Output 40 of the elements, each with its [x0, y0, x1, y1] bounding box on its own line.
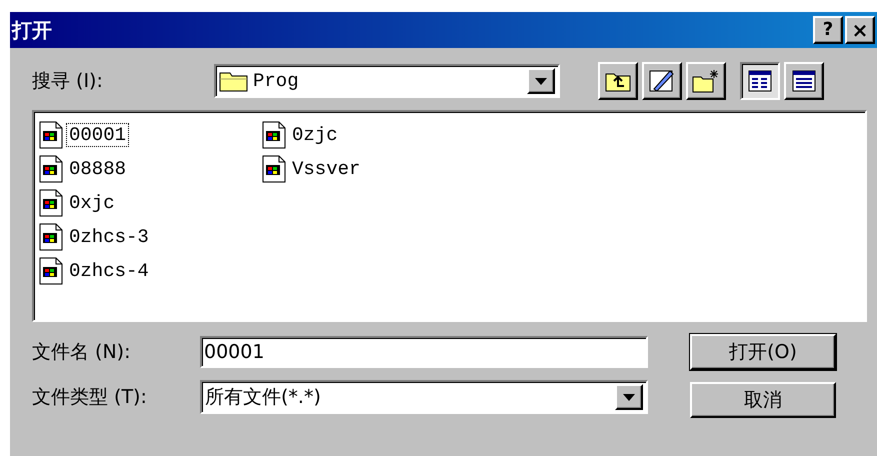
file-type-label: 文件类型 (T):	[32, 385, 148, 410]
file-name-field[interactable]: 00001	[200, 336, 648, 368]
file-icon	[261, 121, 287, 149]
details-view-icon	[792, 70, 816, 92]
list-view-button[interactable]	[740, 62, 780, 100]
close-button[interactable]: ×	[845, 16, 875, 44]
file-name[interactable]: Vssver	[289, 157, 364, 181]
look-in-dropdown[interactable]: Prog	[214, 64, 560, 98]
cancel-button[interactable]: 取消	[690, 382, 836, 418]
file-icon	[261, 155, 287, 183]
file-icon	[38, 155, 64, 183]
file-name[interactable]: 0zhcs-3	[66, 225, 152, 249]
caret-icon	[623, 394, 635, 400]
file-type-dropdown[interactable]: 所有文件(*.*)	[200, 380, 648, 414]
file-name-label: 文件名 (N):	[32, 340, 132, 365]
desktop-button[interactable]	[642, 62, 682, 100]
file-icon	[38, 223, 64, 251]
dropdown-button[interactable]	[527, 68, 555, 94]
new-folder-button[interactable]	[686, 62, 726, 100]
file-name[interactable]: 00001	[66, 123, 130, 147]
file-icon	[38, 121, 64, 149]
file-name[interactable]: 08888	[66, 157, 130, 181]
file-name[interactable]: 0zhcs-4	[66, 259, 152, 283]
look-in-value: Prog	[253, 70, 300, 92]
file-type-value: 所有文件(*.*)	[205, 385, 322, 410]
up-folder-button[interactable]	[598, 62, 638, 100]
help-button[interactable]: ?	[813, 16, 843, 44]
new-folder-icon	[692, 69, 720, 93]
dropdown-button[interactable]	[615, 384, 643, 410]
file-name[interactable]: 0zjc	[289, 123, 341, 147]
details-view-button[interactable]	[784, 62, 824, 100]
folder-icon	[219, 70, 249, 92]
file-name[interactable]: 0xjc	[66, 191, 118, 215]
file-icon	[38, 189, 64, 217]
file-icon	[38, 257, 64, 285]
list-view-icon	[748, 70, 772, 92]
window-title: 打开	[12, 16, 53, 44]
open-button[interactable]: 打开(O)	[690, 334, 836, 370]
look-in-label: 搜寻 (I):	[32, 69, 104, 94]
caret-icon	[535, 78, 547, 84]
